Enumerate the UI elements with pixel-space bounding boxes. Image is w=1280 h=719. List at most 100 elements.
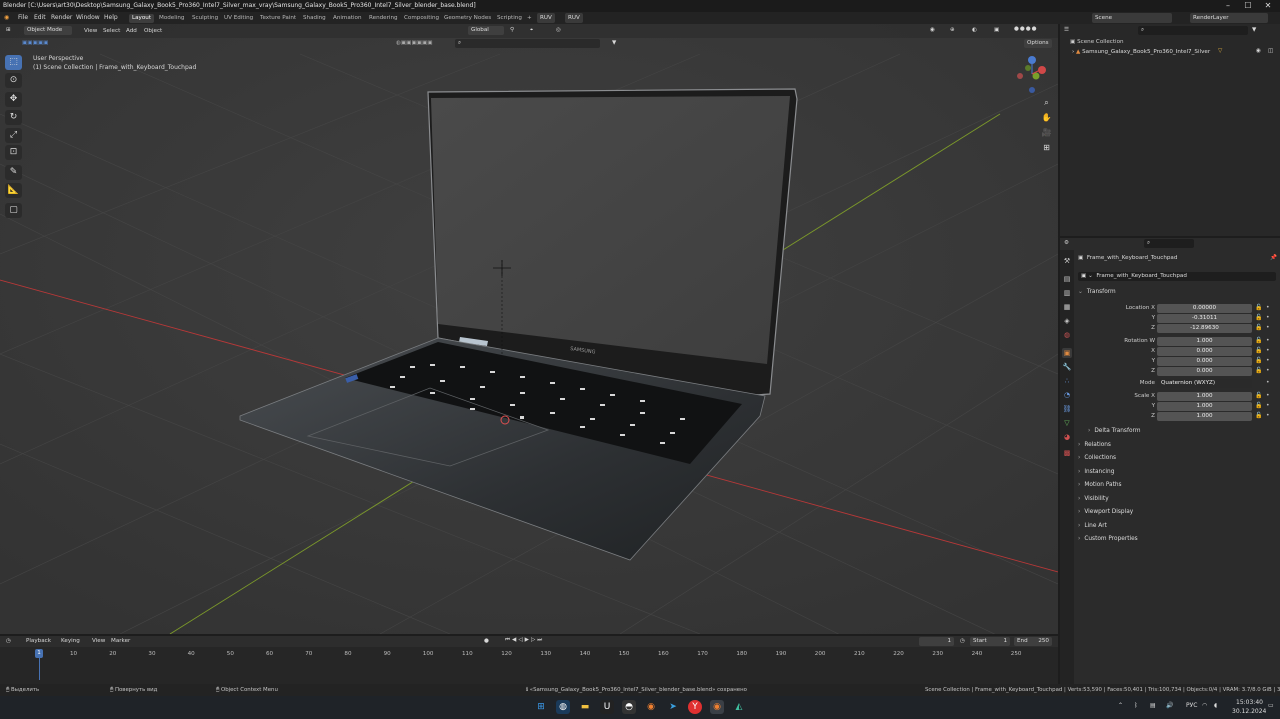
- world-tab-icon[interactable]: ◍: [1062, 330, 1072, 340]
- rotation-x-field[interactable]: 0.000: [1157, 347, 1252, 356]
- timeline-editor-icon[interactable]: ◷: [6, 638, 11, 644]
- lock-scale-z-icon[interactable]: 🔓: [1255, 412, 1262, 419]
- wifi-icon[interactable]: ◠: [1202, 702, 1207, 709]
- delta-transform-header[interactable]: Delta Transform: [1088, 428, 1140, 434]
- tab-rendering[interactable]: Rendering: [366, 14, 401, 23]
- close-button[interactable]: ✕: [1258, 0, 1278, 12]
- annotate-tool[interactable]: ✎: [5, 165, 22, 180]
- menu-select[interactable]: Select: [103, 28, 120, 34]
- lock-rotation-w-icon[interactable]: 🔓: [1255, 337, 1262, 344]
- menu-add[interactable]: Add: [126, 28, 137, 34]
- ortho-grid-icon[interactable]: ⊞: [1040, 141, 1053, 154]
- relations-panel-header[interactable]: Relations: [1078, 442, 1111, 448]
- proportional-edit-icon[interactable]: ◎: [556, 27, 561, 33]
- tab-modeling[interactable]: Modeling: [156, 14, 187, 23]
- windows-start-icon[interactable]: ⊞: [534, 700, 548, 714]
- blender-task-icon[interactable]: ◉: [710, 700, 724, 714]
- keyframe-scale-x-icon[interactable]: •: [1266, 392, 1270, 399]
- maximize-button[interactable]: ☐: [1238, 0, 1258, 12]
- transform-tool[interactable]: ⊡: [5, 145, 22, 160]
- scene-selector[interactable]: Scene: [1092, 13, 1172, 23]
- language-indicator[interactable]: РУС: [1186, 702, 1197, 709]
- end-frame-field[interactable]: End 250: [1014, 637, 1052, 646]
- menu-keying[interactable]: Keying: [61, 638, 80, 644]
- move-tool[interactable]: ✥: [5, 92, 22, 107]
- lock-scale-y-icon[interactable]: 🔓: [1255, 402, 1262, 409]
- collections-panel-header[interactable]: Collections: [1078, 455, 1116, 461]
- tab-sculpting[interactable]: Sculpting: [189, 14, 221, 23]
- options-button[interactable]: Options: [1024, 39, 1052, 48]
- minimize-button[interactable]: –: [1218, 0, 1238, 12]
- tab-texture-paint[interactable]: Texture Paint: [257, 14, 299, 23]
- transform-panel-header[interactable]: Transform: [1078, 289, 1116, 295]
- cursor-tool[interactable]: ⊙: [5, 73, 22, 88]
- keyframe-rotation-y-icon[interactable]: •: [1266, 357, 1270, 364]
- tool-tab-icon[interactable]: ⚒: [1062, 256, 1072, 266]
- material-tab-icon[interactable]: ◕: [1062, 432, 1072, 442]
- filter-icon[interactable]: ▼: [612, 40, 616, 46]
- tab-geometry-nodes[interactable]: Geometry Nodes: [441, 14, 494, 23]
- blender-logo-icon[interactable]: ◉: [4, 14, 9, 21]
- lock-location-x-icon[interactable]: 🔓: [1255, 304, 1262, 311]
- physics-tab-icon[interactable]: ◔: [1062, 390, 1072, 400]
- props-editor-icon[interactable]: ⚙: [1064, 240, 1069, 246]
- overlay-toggle-icon[interactable]: ◐: [972, 27, 977, 33]
- volume-icon[interactable]: 🔊: [1166, 702, 1173, 709]
- transform-orientation[interactable]: Global: [468, 26, 504, 35]
- playhead[interactable]: 1: [35, 649, 43, 658]
- render-tab-icon[interactable]: ▤: [1062, 274, 1072, 284]
- keyframe-location-y-icon[interactable]: •: [1266, 314, 1270, 321]
- outliner-editor-icon[interactable]: ☰: [1064, 27, 1069, 33]
- constraints-tab-icon[interactable]: ⛓: [1062, 404, 1072, 414]
- menu-file[interactable]: File: [18, 14, 28, 21]
- rotation-y-field[interactable]: 0.000: [1157, 357, 1252, 366]
- menu-help[interactable]: Help: [104, 14, 118, 21]
- lock-rotation-y-icon[interactable]: 🔓: [1255, 357, 1262, 364]
- location-y-field[interactable]: -0.31011: [1157, 314, 1252, 323]
- tab-compositing[interactable]: Compositing: [401, 14, 442, 23]
- tab-animation[interactable]: Animation: [330, 14, 365, 23]
- keyframe-mode-icon[interactable]: •: [1266, 379, 1270, 386]
- output-tab-icon[interactable]: ▥: [1062, 288, 1072, 298]
- editor-type-icon[interactable]: ⊞: [6, 27, 11, 33]
- menu-view[interactable]: View: [84, 28, 97, 34]
- menu-render[interactable]: Render: [51, 14, 72, 21]
- unreal-icon[interactable]: U: [600, 700, 614, 714]
- notification-icon[interactable]: ▭: [1268, 702, 1274, 709]
- yandex-icon[interactable]: Y: [688, 700, 702, 714]
- scene-tab-icon[interactable]: ◈: [1062, 316, 1072, 326]
- props-search-input[interactable]: ⌕: [1144, 239, 1194, 248]
- properties-panel[interactable]: ⚙ ⌕ ⚒ ▤ ▥ ▦ ◈ ◍ ▣ 🔧 ∴ ◔ ⛓ ▽ ◕ ▩ ▣ Frame_…: [1060, 238, 1280, 686]
- clock-date[interactable]: 30.12.2024: [1232, 708, 1266, 715]
- app-icon[interactable]: ◭: [732, 700, 746, 714]
- keyframe-rotation-w-icon[interactable]: •: [1266, 337, 1270, 344]
- visibility-panel-header[interactable]: Visibility: [1078, 496, 1108, 502]
- camera-view-icon[interactable]: 🎥: [1040, 126, 1053, 139]
- select-box-tool[interactable]: ⬚: [5, 55, 22, 70]
- timeline-panel[interactable]: ◷ Playback Keying View Marker ● ⏮◀◁▶▷⏭ 1…: [0, 636, 1058, 684]
- sound-icon[interactable]: ◖: [1214, 702, 1217, 709]
- keyframe-rotation-z-icon[interactable]: •: [1266, 367, 1270, 374]
- keyframe-scale-y-icon[interactable]: •: [1266, 402, 1270, 409]
- outliner-object-row[interactable]: › ▲ Samsung_Galaxy_Book5_Pro360_Intel7_S…: [1072, 49, 1210, 55]
- view-layer-tab-icon[interactable]: ▦: [1062, 302, 1072, 312]
- network-icon[interactable]: ▤: [1150, 702, 1156, 709]
- menu-marker[interactable]: Marker: [111, 638, 130, 644]
- shading-modes-icon[interactable]: ●●●●: [1014, 26, 1038, 32]
- browser-icon[interactable]: ◉: [644, 700, 658, 714]
- filter-icons[interactable]: ◍▣▣▣▣▣▣: [396, 40, 433, 46]
- epic-games-icon[interactable]: ◓: [622, 700, 636, 714]
- steam-icon[interactable]: ◍: [556, 700, 570, 714]
- line-art-panel-header[interactable]: Line Art: [1078, 523, 1107, 529]
- outliner-filter-icon[interactable]: ▼: [1252, 27, 1256, 33]
- render-layer-selector[interactable]: RenderLayer: [1190, 13, 1268, 23]
- rotation-z-field[interactable]: 0.000: [1157, 367, 1252, 376]
- scale-y-field[interactable]: 1.000: [1157, 402, 1252, 411]
- telegram-icon[interactable]: ➤: [666, 700, 680, 714]
- scale-tool[interactable]: ⤢: [5, 128, 22, 143]
- viewport-display-panel-header[interactable]: Viewport Display: [1078, 509, 1133, 515]
- instancing-panel-header[interactable]: Instancing: [1078, 469, 1114, 475]
- menu-timeline-view[interactable]: View: [92, 638, 105, 644]
- lang-chip-1[interactable]: RUV: [537, 13, 555, 23]
- measure-tool[interactable]: 📐: [5, 183, 22, 198]
